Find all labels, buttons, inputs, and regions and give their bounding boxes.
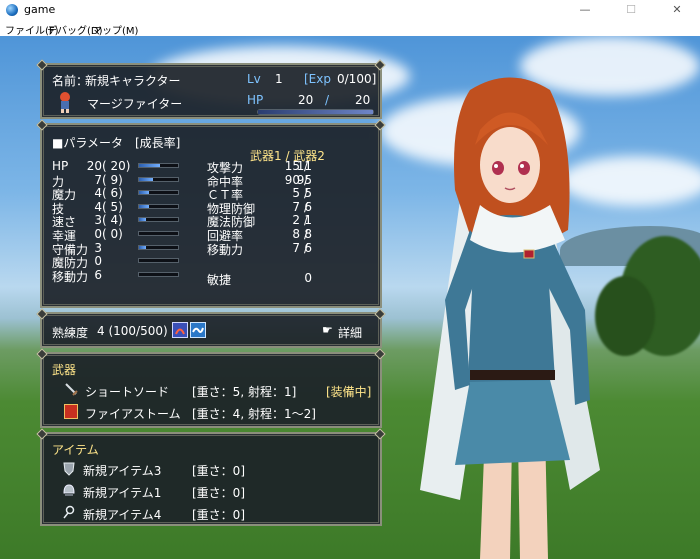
stat-growth: ( 20) <box>102 159 131 173</box>
stat-bar <box>138 203 179 209</box>
weapon-info: [重さ：5, 射程：1] <box>192 385 297 399</box>
name-label: 名前： <box>52 74 89 88</box>
stat-bar-fill <box>139 177 153 181</box>
status-panel: 名前： 新規キャラクター マージファイター Lv 1 [Exp 0/100] H… <box>40 63 382 119</box>
helmet-icon <box>62 483 76 498</box>
stat-value: 6 <box>94 267 102 282</box>
level-label: Lv <box>247 72 261 86</box>
combat-label: 敏捷 <box>207 273 232 287</box>
stat-value: 4 <box>94 199 102 214</box>
weapon-name[interactable]: ショートソード <box>85 383 169 400</box>
item-info: [重さ：0] <box>192 486 245 500</box>
spellbook-icon <box>64 404 78 419</box>
weapon2-value: 1 <box>304 213 312 228</box>
stat-growth: ( 6) <box>102 186 123 201</box>
stat-bar <box>138 190 179 196</box>
stat-bar-fill <box>139 204 149 208</box>
combat-label: 移動力 <box>207 242 244 257</box>
item-name[interactable]: 新規アイテム1 <box>83 484 161 501</box>
hp-separator: / <box>325 93 330 107</box>
exp-label: [Exp <box>304 72 331 86</box>
stat-bar-fill <box>139 164 161 167</box>
parameter-header: ■パラメータ <box>52 136 123 150</box>
character-class: マージファイター <box>87 97 183 111</box>
stat-value: 4 <box>94 186 102 201</box>
parameter-panel: ■パラメータ [成長率] 武器1 / 武器2 HP 20( 20) 力 7( 9) 魔力… <box>40 123 382 308</box>
stat-bar <box>138 258 179 264</box>
menu-bar: ファイル(F) デバッグ(D) マップ(M) <box>0 20 700 37</box>
weapon2-value: 6 <box>304 240 312 255</box>
maximize-button[interactable]: ☐ <box>608 0 654 20</box>
item-info: [重さ：0] <box>192 464 245 478</box>
stat-value: 3 <box>94 240 102 255</box>
hp-max: 20 <box>355 93 371 107</box>
stat-bar <box>138 176 179 182</box>
proficiency-panel: 熟練度 4 (100/500) ☛ 詳細 <box>40 312 382 348</box>
title-bar: game — ☐ ✕ <box>0 0 700 20</box>
window-title: game <box>24 3 56 16</box>
stat-bar <box>138 244 179 250</box>
character-portrait <box>420 77 600 559</box>
item-name[interactable]: 新規アイテム3 <box>83 462 161 479</box>
weapon2-value: 8 <box>304 227 312 241</box>
hp-bar <box>257 109 374 115</box>
stat-bar <box>138 163 179 168</box>
stat-value: 0 <box>94 254 102 269</box>
app-globe-icon <box>6 4 18 16</box>
weapon-name[interactable]: ファイアストーム <box>85 405 181 422</box>
detail-button[interactable]: 詳細 <box>338 324 362 341</box>
stat-bar-fill <box>139 191 149 195</box>
growth-rate-header: [成長率] <box>135 136 181 150</box>
weapon2-value: 6 <box>304 199 312 214</box>
weapon2-value: 11 <box>296 159 312 173</box>
minimize-button[interactable]: — <box>562 0 608 20</box>
stat-bar <box>138 231 179 236</box>
weapon-panel: 武器 ショートソード [重さ：5, 射程：1] [装備中] ファイアストーム [… <box>40 352 382 428</box>
weapon2-value: 95 <box>296 172 312 187</box>
weapon2-value: 5 <box>304 186 312 201</box>
weapon-header: 武器 <box>52 363 77 377</box>
stat-growth: ( 4) <box>102 213 123 228</box>
stat-label: HP <box>52 159 69 173</box>
equipped-badge: [装備中] <box>326 385 372 399</box>
hp-bar-fill <box>258 110 373 114</box>
menu-map[interactable]: マップ(M) <box>92 22 138 37</box>
item-header: アイテム <box>52 443 99 457</box>
level-value: 1 <box>275 72 283 86</box>
hp-label: HP <box>247 93 264 107</box>
item-name[interactable]: 新規アイテム4 <box>83 506 161 523</box>
character-sprite-icon <box>56 91 74 113</box>
item-panel: アイテム 新規アイテム3 [重さ：0] 新規アイテム1 [重さ：0] 新規アイテ… <box>40 432 382 526</box>
weapon-info: [重さ：4, 射程：1～2] <box>192 407 316 421</box>
stat-value: 3 <box>94 213 102 228</box>
item-info: [重さ：0] <box>192 508 245 522</box>
stat-growth: ( 9) <box>102 172 123 187</box>
exp-value: 0/100] <box>337 72 377 86</box>
stat-value: 20 <box>86 159 102 173</box>
stat-growth: ( 5) <box>102 199 123 214</box>
hp-value: 20 <box>298 93 314 107</box>
stat-growth: ( 0) <box>102 227 123 241</box>
ring-icon <box>62 505 76 520</box>
game-screen: 名前： 新規キャラクター マージファイター Lv 1 [Exp 0/100] H… <box>0 36 700 559</box>
close-button[interactable]: ✕ <box>654 0 700 20</box>
proficiency-value: 4 (100/500) <box>97 324 168 338</box>
skill-wave-icon <box>190 322 206 338</box>
stat-bar <box>138 217 179 223</box>
character-name: 新規キャラクター <box>85 74 181 88</box>
stat-value: 0 <box>94 227 102 241</box>
stat-bar-fill <box>139 218 147 222</box>
stat-bar-fill <box>139 245 147 249</box>
stat-bar <box>138 271 179 277</box>
stat-value: 7 <box>94 172 102 187</box>
sword-icon <box>64 382 78 396</box>
shield-icon <box>62 461 76 476</box>
proficiency-label: 熟練度 <box>52 326 89 340</box>
weapon2-value: 0 <box>304 271 312 285</box>
skill-fire-icon <box>172 322 188 338</box>
hand-pointer-icon: ☛ <box>322 323 333 337</box>
